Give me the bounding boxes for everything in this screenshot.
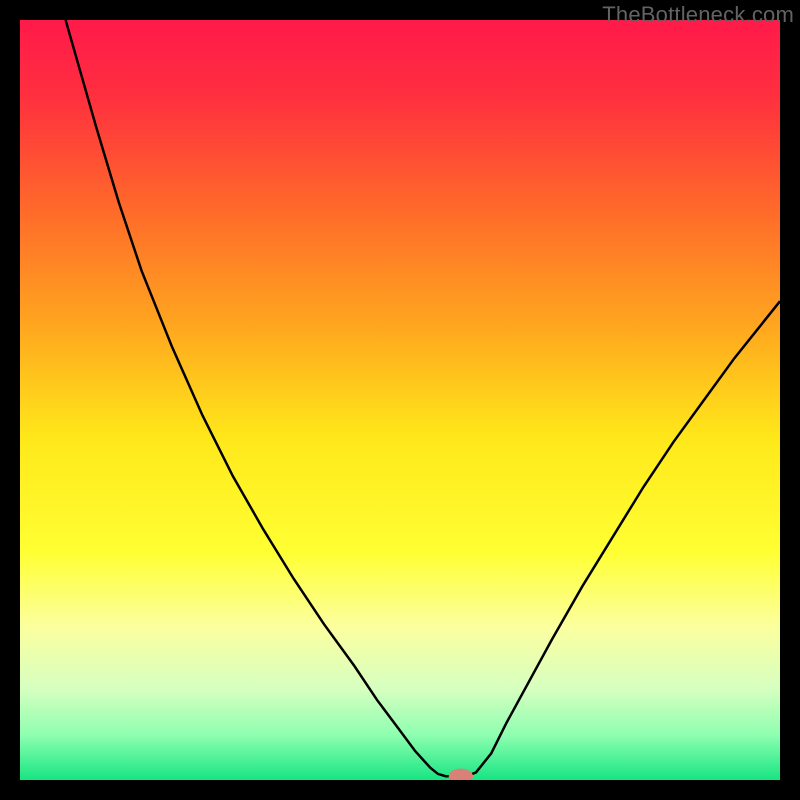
bottleneck-chart — [20, 20, 780, 780]
plot-background — [20, 20, 780, 780]
watermark-text: TheBottleneck.com — [602, 2, 794, 28]
chart-frame: TheBottleneck.com — [0, 0, 800, 800]
